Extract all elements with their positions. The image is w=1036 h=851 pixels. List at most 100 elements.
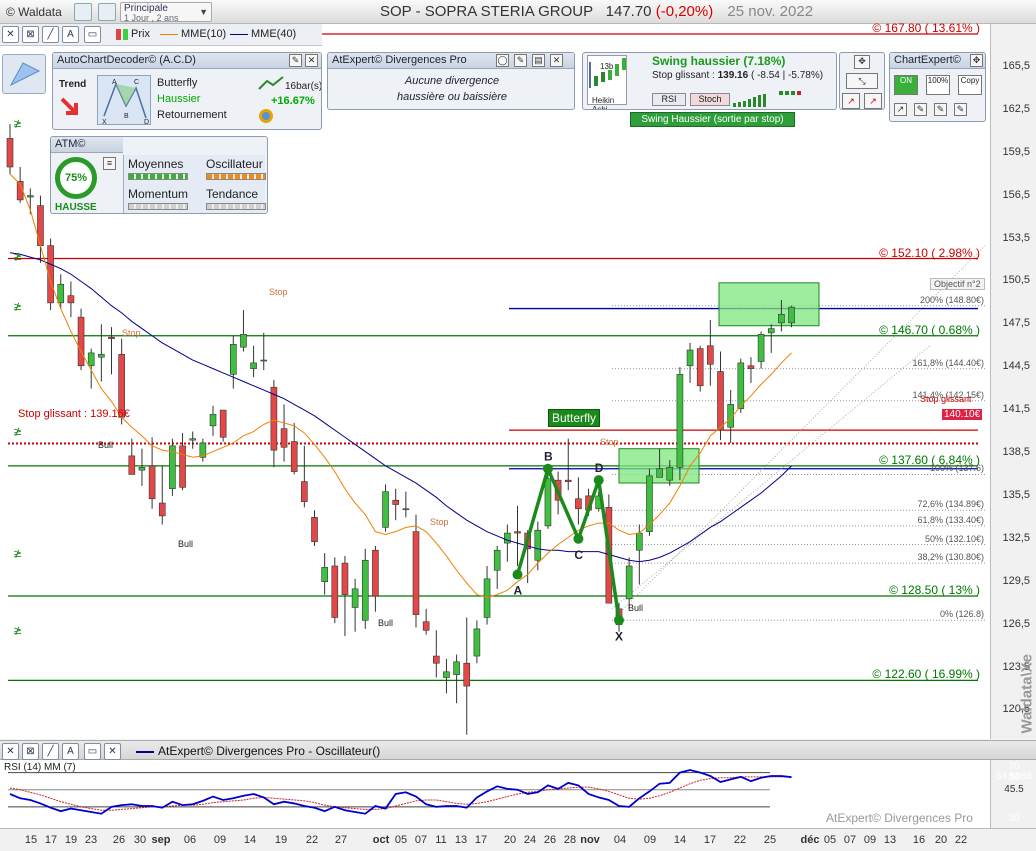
candle-body <box>676 374 684 468</box>
acd-panel[interactable]: AutoChartDecoder© (A.C.D) ✎ ✕ Trend A C … <box>52 52 322 130</box>
minimize-icon[interactable]: ◯ <box>496 54 509 67</box>
chevron-down-icon: ▼ <box>199 7 208 17</box>
legend-mme10-label: MME(10) <box>181 28 227 40</box>
atm-oscillateur-label: Oscillateur <box>206 157 263 171</box>
pattern-point-a: A <box>112 79 117 86</box>
candle-body <box>87 352 95 367</box>
collapse-panel-button[interactable] <box>2 54 46 94</box>
crosshair-tool-icon[interactable]: ✕ <box>2 26 19 43</box>
bull-marker[interactable]: Bull <box>98 440 113 450</box>
oscillator-chart[interactable]: RSI (14) MM (7) AtExpert© Divergences Pr… <box>0 760 990 828</box>
swing-panel[interactable]: 13b Heikin Ashi Swing haussier (7.18%) S… <box>582 52 837 110</box>
watermark: Waldata\Xe <box>1012 590 1036 740</box>
zoom-tool-icon[interactable]: ⊠ <box>22 743 39 760</box>
settings-icon[interactable]: ≡ <box>103 157 116 170</box>
candle-body <box>311 517 318 542</box>
text-tool-icon[interactable]: A <box>62 26 79 43</box>
on-button[interactable]: ON <box>894 75 918 95</box>
text-tool-icon[interactable]: A <box>62 743 79 760</box>
stop-marker[interactable]: Stop <box>269 287 288 297</box>
swing-stop: Stop glissant : 139.16 ( -8.54 | -5.78%) <box>652 70 823 81</box>
osc-tag-30: 30 <box>1008 813 1020 824</box>
close-icon[interactable]: ✕ <box>305 54 318 67</box>
fib-label: 100% (137.6) <box>929 463 984 474</box>
tool-icon[interactable]: ✎ <box>934 103 947 116</box>
butterfly-tag[interactable]: Butterfly <box>548 409 601 427</box>
crosshair-tool-icon[interactable]: ✕ <box>2 743 19 760</box>
chartexpert-panel[interactable]: ChartExpert© ✥ ON 100% Copy ↗ ✎ ✎ ✎ <box>889 52 986 122</box>
bull-marker[interactable]: Bull <box>178 539 193 549</box>
move-icon[interactable]: ✥ <box>970 54 983 67</box>
edit-icon[interactable]: ✎ <box>514 54 527 67</box>
price-tick-label: 141,5 <box>1002 403 1030 416</box>
zoom-100-button[interactable]: 100% <box>926 75 950 95</box>
zoom-tool-icon[interactable]: ⊠ <box>22 26 39 43</box>
rectangle-tool-icon[interactable]: ▭ <box>84 743 101 760</box>
chart-red-icon[interactable]: ↗ <box>842 93 860 109</box>
layout-select[interactable]: Principale 1 Jour , 2 ans ▼ <box>120 2 212 23</box>
date-tick-label: 20 <box>503 834 517 846</box>
close-icon[interactable]: ✕ <box>550 54 563 67</box>
divergences-line1: Aucune divergence <box>404 75 500 87</box>
swing-rsi-button[interactable]: RSI <box>652 93 686 106</box>
edit-icon[interactable]: ✎ <box>289 54 302 67</box>
date-tick-label: 23 <box>84 834 98 846</box>
tool-icon[interactable]: ✎ <box>914 103 927 116</box>
swing-signal-banner[interactable]: Swing Haussier (sortie par stop) <box>630 112 795 127</box>
expand-icon[interactable]: ⤡ <box>846 73 878 89</box>
atm-gauge: 75% <box>55 157 97 199</box>
navigation-panel[interactable]: ✥ ⤡ ↗ ↗ <box>839 52 885 110</box>
price-chart[interactable]: A B C D X ≱ ≱ ≱ ≱ ≱ ≱ Stop glissant : 139.16€ Butt… <box>0 21 990 739</box>
target-box <box>618 448 700 484</box>
divergences-panel[interactable]: AtExpert© Divergences Pro ◯ ✎ ▤ ✕ Aucune… <box>327 52 575 110</box>
swing-stop-change: ( -8.54 | -5.78%) <box>748 70 824 81</box>
close-icon[interactable]: ✕ <box>104 743 121 760</box>
chart-icon[interactable] <box>98 3 116 21</box>
stop-marker[interactable]: Stop <box>122 328 141 338</box>
heikin-ashi-thumbnail[interactable]: 13b Heikin Ashi <box>587 55 627 109</box>
candle-body <box>280 428 288 448</box>
move-icon[interactable]: ✥ <box>854 55 870 69</box>
swing-stoch-button[interactable]: Stoch <box>690 93 730 106</box>
candle-body <box>788 306 795 324</box>
price-tick-label: 159,5 <box>1002 145 1030 158</box>
date-tick-label: 11 <box>435 834 447 846</box>
tool-icon[interactable]: ↗ <box>894 103 907 116</box>
candle-body <box>514 531 521 534</box>
fib-label: 200% (148.80€) <box>919 294 984 305</box>
date-axis[interactable]: 15 17 19 23 26 30 sep 06 09 14 19 22 27 oct 05 07 11 13 17… <box>0 828 1036 851</box>
date-tick-label: 17 <box>474 834 488 846</box>
candle-body <box>463 662 471 687</box>
atm-panel[interactable]: ATM© ≡ 75% HAUSSE Moyennes Oscillateur M… <box>50 136 268 214</box>
rectangle-tool-icon[interactable]: ▭ <box>84 26 101 43</box>
trendline-tool-icon[interactable]: ╱ <box>42 26 59 43</box>
candle-body <box>351 588 359 608</box>
stop-marker[interactable]: Stop <box>600 437 619 447</box>
butterfly-point-label: C <box>574 548 583 562</box>
date-tick-label: 19 <box>64 834 78 846</box>
date-tick-label: 15 <box>24 834 38 846</box>
target-icon[interactable] <box>259 109 273 123</box>
legend-prix: Prix <box>116 28 150 40</box>
copy-button[interactable]: Copy <box>958 75 982 95</box>
tool-icon[interactable]: ✎ <box>954 103 967 116</box>
chart-red-icon[interactable]: ↗ <box>864 93 882 109</box>
price-chart-svg[interactable]: A B C D X ≱ ≱ ≱ ≱ ≱ ≱ <box>0 24 990 739</box>
candle-icon <box>116 28 121 40</box>
trendline-tool-icon[interactable]: ╱ <box>42 743 59 760</box>
oscillator-title-text: AtExpert© Divergences Pro - Oscillateur(… <box>158 744 381 758</box>
stop-marker[interactable]: Stop <box>430 517 449 527</box>
stop-small-value: 140.10€ <box>942 409 983 420</box>
price-tick-label: 153,5 <box>1002 231 1030 244</box>
bull-marker[interactable]: Bull <box>378 618 393 628</box>
atm-tendance-label: Tendance <box>206 187 259 201</box>
date-tick-label: 17 <box>44 834 58 846</box>
price-tick-label: 147,5 <box>1002 317 1030 330</box>
pattern-thumbnail[interactable]: A C B X D <box>97 75 151 126</box>
bull-marker[interactable]: Bull <box>628 603 643 613</box>
ticker-name: SOP - SOPRA STERIA GROUP <box>380 3 594 20</box>
swing-stop-label: Stop glissant : <box>652 70 718 81</box>
book-icon[interactable] <box>74 3 92 21</box>
config-icon[interactable]: ▤ <box>532 54 545 67</box>
candle-body <box>757 334 765 362</box>
